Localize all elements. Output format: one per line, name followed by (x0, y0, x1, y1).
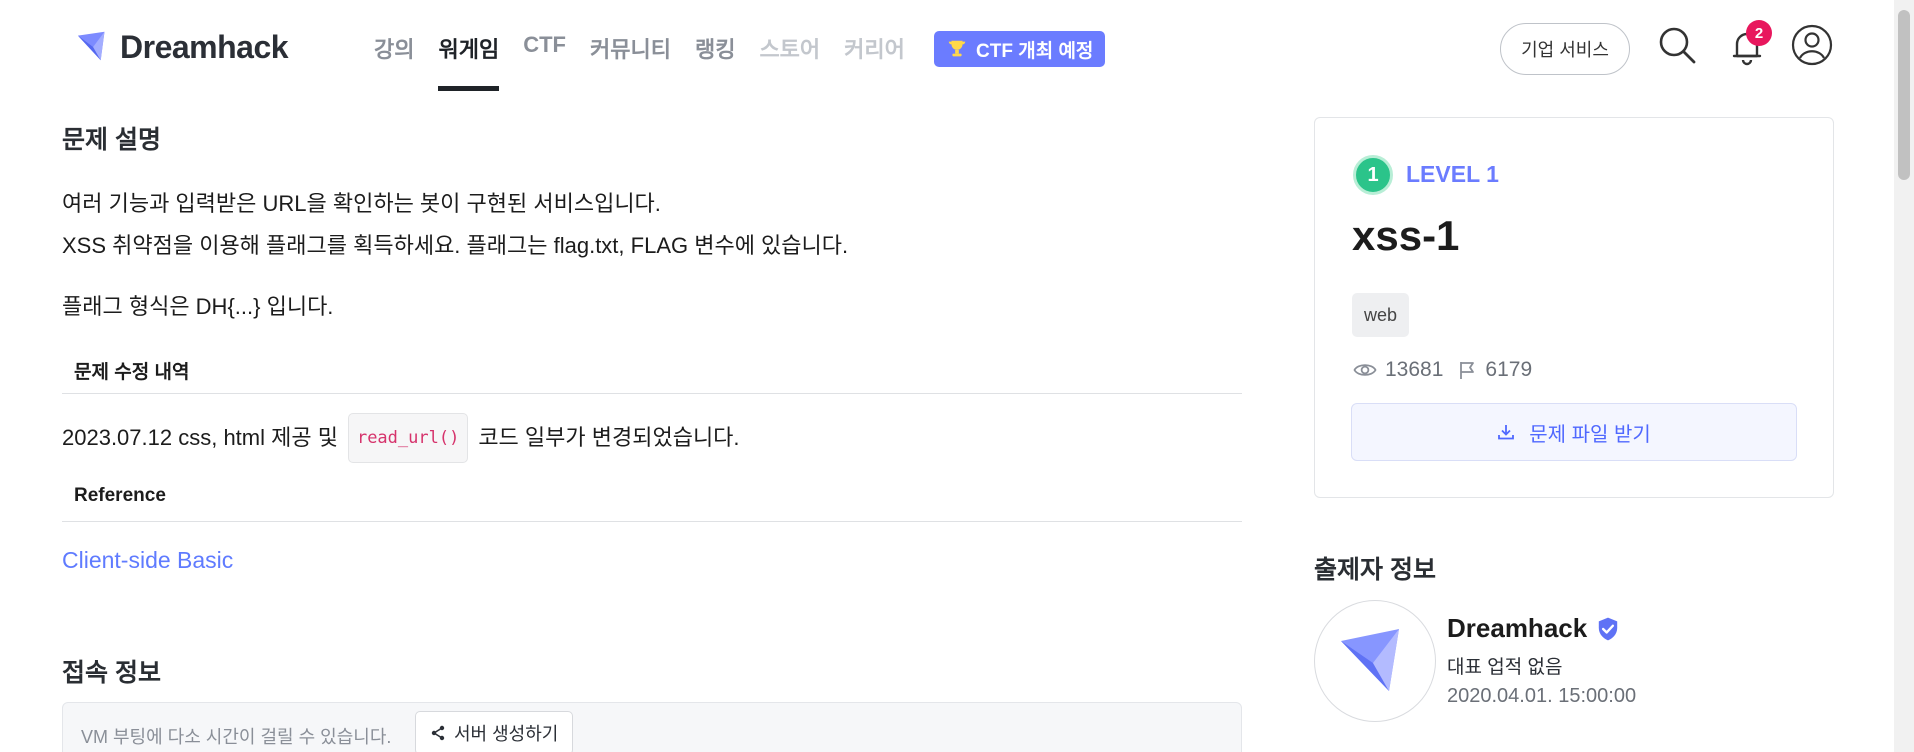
challenge-title: xss-1 (1352, 212, 1460, 259)
nav-ctf[interactable]: CTF (511, 32, 578, 90)
share-icon (431, 725, 445, 741)
author-section-title: 출제자 정보 (1314, 556, 1436, 584)
nav-lectures[interactable]: 강의 (362, 32, 426, 90)
author-avatar[interactable] (1314, 600, 1436, 722)
notification-count-badge: 2 (1746, 20, 1772, 46)
logo-text: Dreamhack (120, 28, 289, 65)
description-title: 문제 설명 (62, 126, 161, 154)
nav-career[interactable]: 커리어 (832, 32, 917, 90)
create-server-button[interactable]: 서버 생성하기 (415, 711, 574, 752)
inline-code: read_url() (347, 413, 469, 463)
changes-title: 문제 수정 내역 (74, 362, 190, 383)
change-log-entry: 2023.07.12 css, html 제공 및 read_url() 코드 … (62, 413, 740, 463)
ctf-upcoming-badge[interactable]: CTF 개최 예정 (934, 31, 1106, 67)
reference-title: Reference (74, 485, 166, 506)
connection-info-title: 접속 정보 (62, 659, 161, 687)
nav-ranking[interactable]: 랭킹 (683, 32, 747, 90)
author-achievement: 대표 업적 없음 (1447, 657, 1563, 678)
description-line-1: 여러 기능과 입력받은 URL을 확인하는 봇이 구현된 서비스입니다. (62, 191, 661, 216)
create-server-label: 서버 생성하기 (454, 724, 559, 744)
challenge-stats: 13681 6179 (1353, 358, 1532, 382)
connection-info-box: VM 부팅에 다소 시간이 걸릴 수 있습니다. 서버 생성하기 (62, 702, 1242, 752)
description-line-2: XSS 취약점을 이용해 플래그를 획득하세요. 플래그는 flag.txt, … (62, 233, 849, 258)
download-label: 문제 파일 받기 (1529, 423, 1651, 446)
user-avatar-icon[interactable] (1791, 24, 1833, 66)
nav-wargame[interactable]: 워게임 (426, 32, 511, 91)
challenge-info-card: 1 LEVEL 1 xss-1 web 13681 6179 문제 파일 받기 (1314, 117, 1834, 498)
author-joined-date: 2020.04.01. 15:00:00 (1447, 685, 1637, 707)
dreamhack-logo[interactable]: Dreamhack (76, 28, 289, 66)
download-icon (1498, 425, 1515, 440)
divider (62, 521, 1242, 522)
reference-link[interactable]: Client-side Basic (62, 547, 233, 574)
page-scrollbar[interactable] (1894, 0, 1914, 752)
views-count: 13681 (1385, 358, 1444, 381)
level-label: LEVEL 1 (1406, 161, 1499, 187)
vm-boot-notice: VM 부팅에 다소 시간이 걸릴 수 있습니다. (81, 727, 392, 747)
scrollbar-thumb[interactable] (1898, 10, 1910, 180)
download-challenge-files-button[interactable]: 문제 파일 받기 (1351, 403, 1797, 461)
change-log-prefix: 2023.07.12 css, html 제공 및 (62, 425, 338, 450)
eye-icon (1353, 364, 1377, 376)
business-service-button[interactable]: 기업 서비스 (1500, 23, 1630, 75)
nav-community[interactable]: 커뮤니티 (578, 32, 683, 90)
search-icon[interactable] (1656, 24, 1698, 66)
divider (62, 393, 1242, 394)
flag-icon (1460, 362, 1475, 379)
solves-count: 6179 (1485, 358, 1533, 381)
main-nav: 강의 워게임 CTF 커뮤니티 랭킹 스토어 커리어 (362, 32, 917, 91)
trophy-icon (948, 40, 966, 57)
ctf-badge-label: CTF 개최 예정 (976, 40, 1094, 62)
change-log-suffix: 코드 일부가 변경되었습니다. (478, 425, 740, 450)
level-icon: 1 (1353, 155, 1393, 195)
author-name-text: Dreamhack (1447, 613, 1588, 643)
flag-format-text: 플래그 형식은 DH{...} 입니다. (62, 294, 334, 319)
category-tag[interactable]: web (1352, 293, 1410, 337)
top-header: Dreamhack 강의 워게임 CTF 커뮤니티 랭킹 스토어 커리어 CTF… (0, 0, 1894, 92)
logo-icon (77, 31, 105, 61)
nav-store[interactable]: 스토어 (747, 32, 832, 90)
dreamhack-avatar-icon (1341, 629, 1399, 691)
verified-badge-icon (1598, 617, 1618, 640)
author-name[interactable]: Dreamhack (1447, 613, 1621, 644)
